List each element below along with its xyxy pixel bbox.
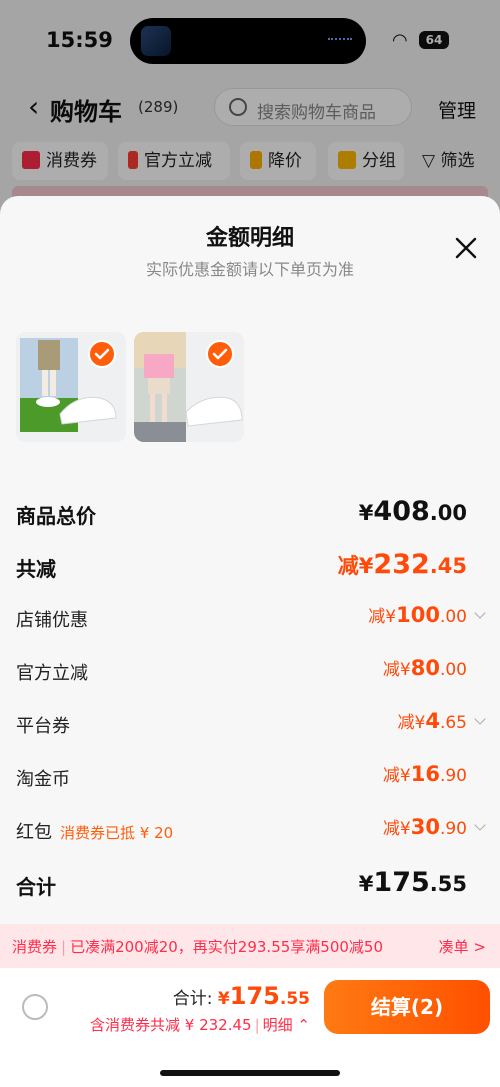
row-goods-total: 商品总价 ¥408.00 <box>16 496 484 530</box>
row-official-discount: 官方立减 减¥80.00 <box>16 655 484 689</box>
total-label: 合计: <box>172 989 213 1009</box>
promo-tag: 消费券 <box>12 938 58 956</box>
row-value: 减¥4.65 <box>398 708 486 733</box>
row-value: 减¥80.00 <box>382 656 467 680</box>
row-label: 共减 <box>16 557 56 581</box>
row-sum: 合计 ¥175.55 <box>16 867 484 901</box>
row-value: 减¥30.90 <box>383 814 486 839</box>
product-thumbnail[interactable] <box>16 332 126 442</box>
row-total-discount: 共减 减¥232.45 <box>16 549 484 583</box>
row-label: 官方立减 <box>16 663 88 684</box>
row-platform-coupon[interactable]: 平台券 减¥4.65 <box>16 708 486 742</box>
row-red-packet[interactable]: 红包 消费券已抵 ¥ 20 减¥30.90 <box>16 814 486 848</box>
discount-line[interactable]: 含消费券共减 ¥ 232.45 | 明细 ⌃ <box>90 1014 310 1035</box>
row-label: 合计 <box>16 875 56 899</box>
row-value: ¥408.00 <box>358 496 467 527</box>
row-label: 店铺优惠 <box>16 610 88 631</box>
discount-separator: | <box>254 1016 260 1034</box>
row-label: 淘金币 <box>16 769 70 790</box>
chevron-down-icon <box>474 713 486 725</box>
row-label: 平台券 <box>16 716 70 737</box>
total-line: 合计: ¥175.55 <box>173 982 310 1010</box>
row-value: 减¥232.45 <box>337 549 467 580</box>
detail-toggle[interactable]: 明细 <box>263 1016 293 1034</box>
checked-icon[interactable] <box>88 340 116 368</box>
checkout-button[interactable]: 结算(2) <box>324 980 490 1034</box>
add-items-link[interactable]: 凑单 > <box>439 936 486 957</box>
row-label: 红包 消费券已抵 ¥ 20 <box>16 818 173 844</box>
voucher-note: 消费券已抵 ¥ 20 <box>60 824 174 842</box>
row-value: 减¥100.00 <box>368 602 486 627</box>
promo-text: 消费券 | 已凑满200减20，再实付293.55享满500减50 <box>12 936 383 957</box>
checked-icon[interactable] <box>206 340 234 368</box>
promo-message: 已凑满200减20，再实付293.55享满500减50 <box>70 938 383 956</box>
close-icon[interactable] <box>452 234 480 262</box>
row-taojinbi: 淘金币 减¥16.90 <box>16 761 484 795</box>
promo-separator: | <box>61 938 67 956</box>
row-shop-discount[interactable]: 店铺优惠 减¥100.00 <box>16 602 486 636</box>
total-amount: ¥175.55 <box>217 982 310 1010</box>
chevron-up-icon: ⌃ <box>292 1016 310 1034</box>
checkout-bar: 合计: ¥175.55 含消费券共减 ¥ 232.45 | 明细 ⌃ 结算(2) <box>0 968 500 1087</box>
row-value: ¥175.55 <box>358 867 467 898</box>
chevron-down-icon <box>474 819 486 831</box>
discount-summary: 含消费券共减 ¥ 232.45 <box>90 1016 252 1034</box>
home-indicator <box>160 1070 340 1076</box>
voucher-promo-bar[interactable]: 消费券 | 已凑满200减20，再实付293.55享满500减50 凑单 > <box>0 924 500 968</box>
red-packet-label: 红包 <box>16 822 52 843</box>
sheet-title: 金额明细 <box>205 226 294 251</box>
product-thumbnail[interactable] <box>134 332 244 442</box>
sheet-subtitle: 实际优惠金额请以下单页为准 <box>145 260 354 279</box>
row-label: 商品总价 <box>16 504 96 528</box>
chevron-down-icon <box>474 607 486 619</box>
row-value: 减¥16.90 <box>382 762 467 786</box>
select-all-checkbox[interactable] <box>22 994 48 1020</box>
